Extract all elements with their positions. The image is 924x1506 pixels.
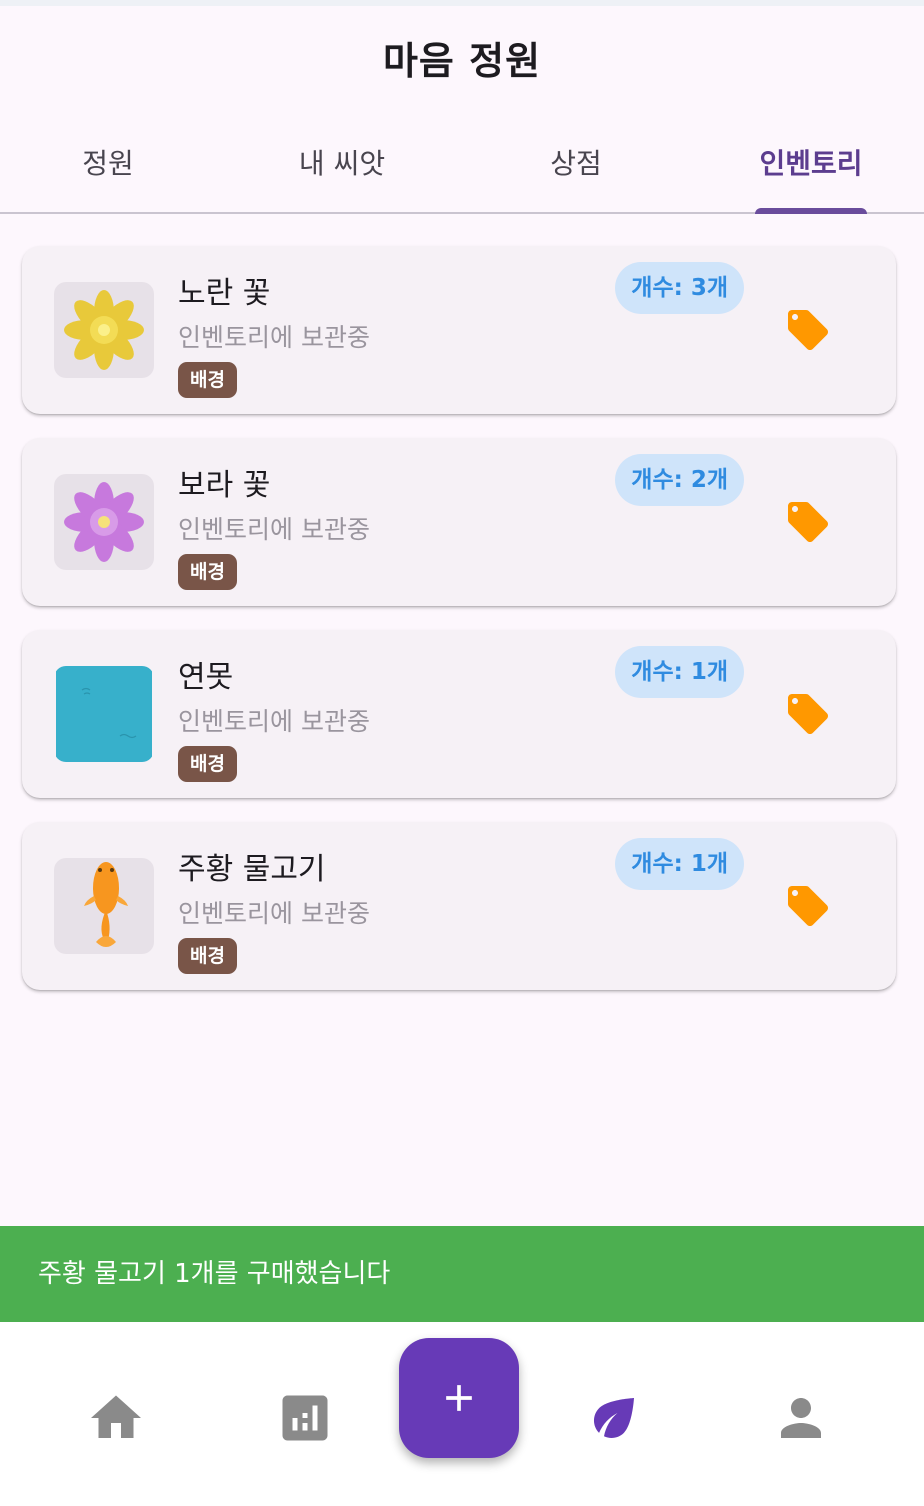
inventory-card[interactable]: 노란 꽃 인벤토리에 보관중 배경 개수: 3개: [22, 246, 896, 414]
page-title: 마음 정원: [382, 39, 542, 83]
tag-icon[interactable]: [784, 498, 832, 546]
item-thumbnail: [54, 474, 154, 570]
item-status: 인벤토리에 보관중: [178, 515, 370, 544]
tag-icon[interactable]: [784, 306, 832, 354]
home-icon[interactable]: [86, 1388, 146, 1448]
add-button[interactable]: [399, 1338, 519, 1458]
orange-fish-icon: [84, 862, 128, 947]
inventory-card[interactable]: 보라 꽃 인벤토리에 보관중 배경 개수: 2개: [22, 438, 896, 606]
tab-inventory[interactable]: 인벤토리: [745, 142, 877, 182]
item-name: 보라 꽃: [178, 468, 271, 503]
inventory-card[interactable]: 주황 물고기 인벤토리에 보관중 배경 개수: 1개: [22, 822, 896, 990]
count-badge: 개수: 1개: [615, 838, 744, 890]
status-bar: [0, 0, 924, 6]
count-badge: 개수: 2개: [615, 454, 744, 506]
tab-bar: 정원 내 씨앗 상점 인벤토리: [0, 120, 924, 214]
bottom-navigation: [0, 1322, 924, 1506]
pond-icon: [56, 666, 152, 762]
add-icon: [446, 1385, 472, 1411]
count-badge: 개수: 3개: [615, 262, 744, 314]
purple-flower-icon: [64, 482, 144, 562]
count-badge: 개수: 1개: [615, 646, 744, 698]
tab-shop[interactable]: 상점: [528, 142, 624, 182]
item-status: 인벤토리에 보관중: [178, 323, 370, 352]
leaf-icon[interactable]: [584, 1388, 644, 1448]
yellow-flower-icon: [64, 290, 144, 370]
person-icon[interactable]: [771, 1388, 831, 1448]
item-name: 노란 꽃: [178, 276, 271, 311]
tag-icon[interactable]: [784, 690, 832, 738]
chart-icon[interactable]: [275, 1388, 335, 1448]
tab-my-seeds[interactable]: 내 씨앗: [282, 142, 402, 182]
category-chip: 배경: [178, 938, 237, 974]
item-name: 주황 물고기: [178, 852, 326, 887]
tab-indicator: [755, 208, 867, 214]
item-status: 인벤토리에 보관중: [178, 707, 370, 736]
item-name: 연못: [178, 660, 234, 695]
snackbar: 주황 물고기 1개를 구매했습니다: [0, 1226, 924, 1322]
category-chip: 배경: [178, 362, 237, 398]
category-chip: 배경: [178, 746, 237, 782]
category-chip: 배경: [178, 554, 237, 590]
item-thumbnail: [54, 282, 154, 378]
item-thumbnail: [54, 858, 154, 954]
tag-icon[interactable]: [784, 882, 832, 930]
item-status: 인벤토리에 보관중: [178, 899, 370, 928]
item-thumbnail: [54, 666, 154, 762]
inventory-card[interactable]: 연못 인벤토리에 보관중 배경 개수: 1개: [22, 630, 896, 798]
tab-garden[interactable]: 정원: [60, 142, 156, 182]
